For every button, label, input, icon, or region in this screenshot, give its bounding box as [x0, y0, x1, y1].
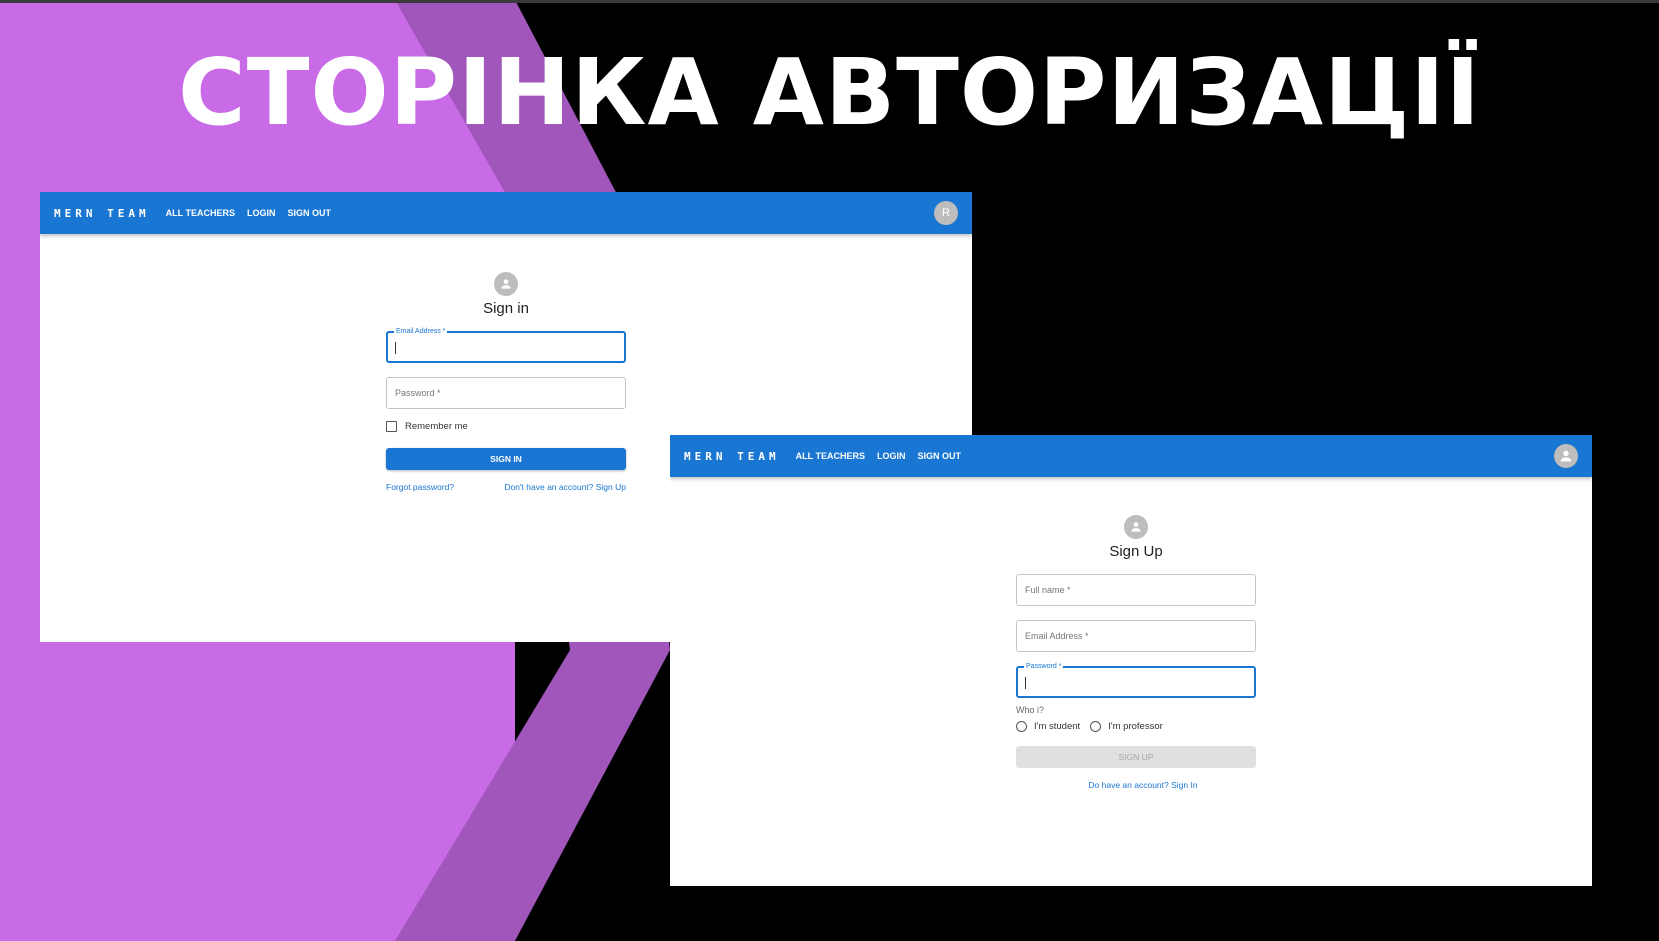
- nav-login[interactable]: LOGIN: [247, 208, 276, 218]
- sign-in-link[interactable]: Do have an account? Sign In: [1016, 780, 1256, 790]
- student-label: I'm student: [1034, 721, 1081, 732]
- text-caret: [395, 342, 396, 354]
- brand-logo[interactable]: MERN TEAM: [54, 207, 150, 220]
- remember-checkbox[interactable]: [386, 421, 397, 432]
- text-caret: [1025, 677, 1026, 689]
- form-title: Sign in: [483, 300, 529, 317]
- professor-radio[interactable]: [1090, 721, 1102, 732]
- sign-up-link[interactable]: Don't have an account? Sign Up: [504, 482, 626, 492]
- nav-all-teachers[interactable]: ALL TEACHERS: [796, 451, 865, 461]
- form-links: Forgot password? Don't have an account? …: [386, 482, 626, 492]
- nav-sign-out[interactable]: SIGN OUT: [287, 208, 331, 218]
- email-placeholder: Email Address *: [1025, 631, 1089, 641]
- full-name-placeholder: Full name *: [1025, 585, 1071, 595]
- avatar[interactable]: R: [934, 201, 958, 225]
- remember-label: Remember me: [405, 421, 468, 432]
- signin-form: Sign in Email Address * Password * Remem…: [386, 272, 626, 492]
- professor-option[interactable]: I'm professor: [1090, 721, 1163, 732]
- brand-logo[interactable]: MERN TEAM: [684, 450, 780, 463]
- avatar[interactable]: [1554, 444, 1578, 468]
- forgot-password-link[interactable]: Forgot password?: [386, 482, 454, 492]
- nav-all-teachers[interactable]: ALL TEACHERS: [166, 208, 235, 218]
- password-label: Password *: [1024, 663, 1064, 670]
- sign-up-button[interactable]: SIGN UP: [1016, 746, 1256, 768]
- person-icon: [1124, 515, 1148, 539]
- email-field[interactable]: Email Address *: [1016, 620, 1256, 652]
- nav-sign-out[interactable]: SIGN OUT: [917, 451, 961, 461]
- professor-label: I'm professor: [1108, 721, 1163, 732]
- person-icon: [1560, 450, 1572, 462]
- remember-me-row[interactable]: Remember me: [386, 421, 626, 432]
- role-radio-group: I'm student I'm professor: [1016, 721, 1256, 732]
- app-bar: MERN TEAM ALL TEACHERS LOGIN SIGN OUT: [670, 435, 1592, 477]
- email-label: Email Address *: [394, 328, 448, 335]
- app-bar: MERN TEAM ALL TEACHERS LOGIN SIGN OUT R: [40, 192, 972, 234]
- full-name-field[interactable]: Full name *: [1016, 574, 1256, 606]
- role-label: Who i?: [1016, 705, 1045, 715]
- student-radio[interactable]: [1016, 721, 1027, 732]
- form-title: Sign Up: [1109, 543, 1163, 560]
- student-option[interactable]: I'm student: [1016, 721, 1080, 732]
- person-icon: [494, 272, 518, 296]
- slide-title: СТОРІНКА АВТОРИЗАЦІЇ: [178, 39, 1481, 146]
- email-field[interactable]: Email Address *: [386, 328, 626, 363]
- top-border: [0, 0, 1659, 3]
- signup-form: Sign Up Full name * Email Address * Pass…: [1016, 515, 1256, 790]
- sign-in-button[interactable]: SIGN IN: [386, 448, 626, 470]
- password-placeholder: Password *: [395, 388, 441, 398]
- signup-window: MERN TEAM ALL TEACHERS LOGIN SIGN OUT Si…: [670, 435, 1592, 886]
- password-field[interactable]: Password *: [386, 377, 626, 409]
- password-field[interactable]: Password *: [1016, 663, 1256, 698]
- nav-login[interactable]: LOGIN: [877, 451, 906, 461]
